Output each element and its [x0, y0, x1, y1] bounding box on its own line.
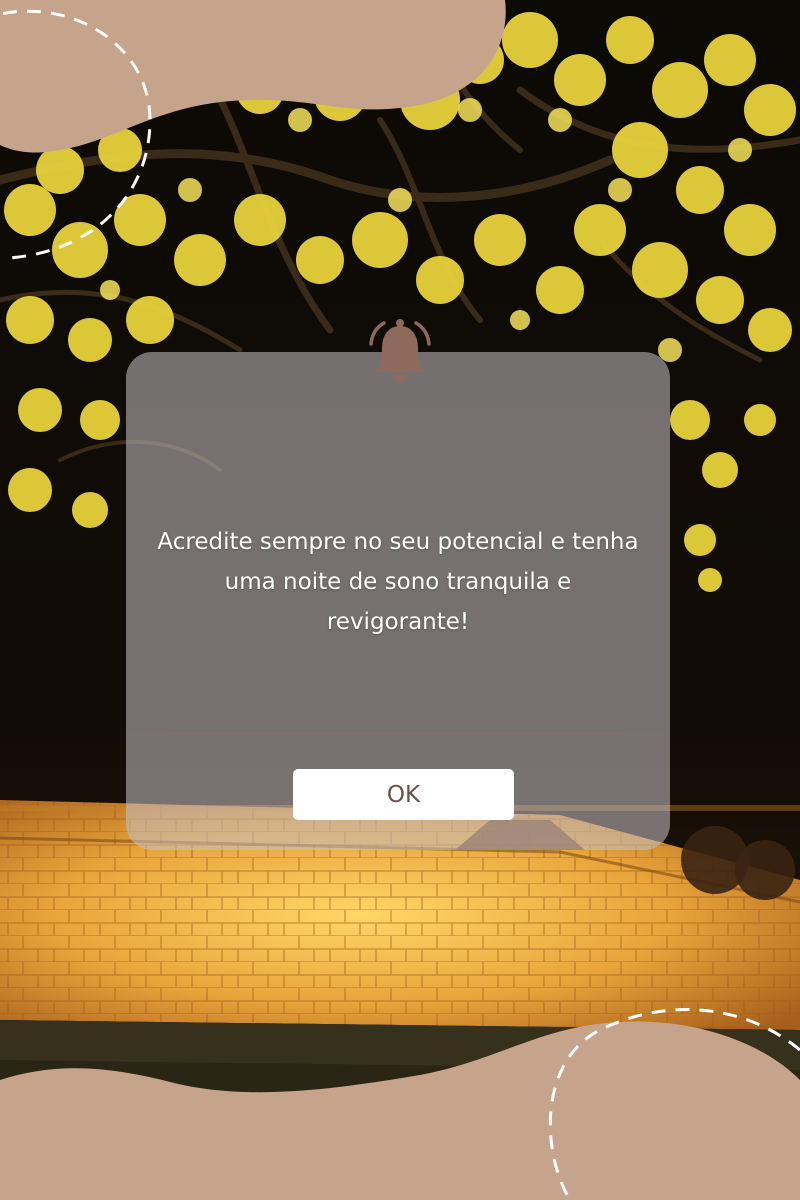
dialog-message: Acredite sempre no seu potencial e tenha… — [157, 529, 639, 635]
dialog-divider — [163, 733, 623, 734]
bell-icon — [362, 314, 438, 390]
ok-button[interactable]: OK — [293, 769, 514, 820]
notification-dialog: Acredite sempre no seu potencial e tenha… — [126, 352, 670, 850]
